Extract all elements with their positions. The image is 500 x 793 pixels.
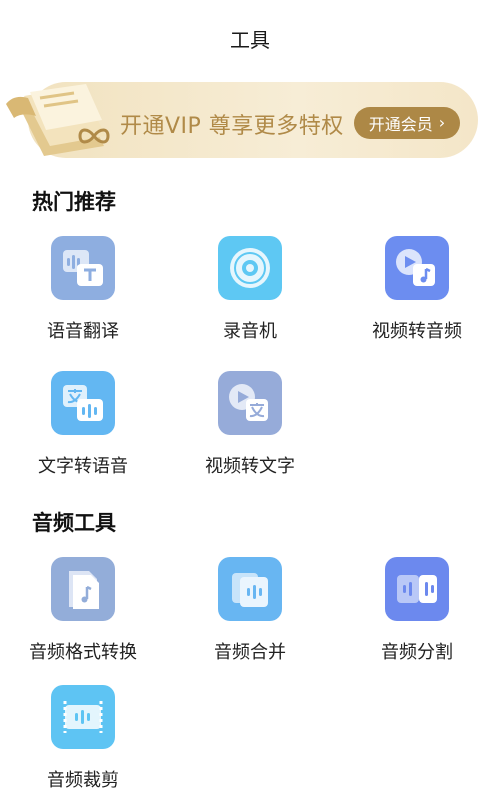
tool-label: 音频分割 [381,642,453,663]
tool-label: 视频转音频 [372,321,462,342]
tool-video-to-text[interactable]: 视频转文字 [185,371,315,478]
open-vip-button-label: 开通会员 [368,115,433,134]
section-title-hot: 热门推荐 [32,190,116,214]
audio-split-icon [385,557,449,621]
tool-label: 文字转语音 [38,456,128,477]
page-title: 工具 [230,28,270,52]
tool-label: 语音翻译 [47,321,119,342]
audio-trim-icon [51,685,115,749]
vip-promo-text: 开通VIP 尊享更多特权 [120,114,344,139]
text-to-speech-icon [51,371,115,435]
section-title-audio: 音频工具 [32,511,116,535]
tool-label: 录音机 [223,321,277,342]
tool-audio-split[interactable]: 音频分割 [352,557,482,664]
scroll-infinity-icon [6,84,110,156]
audio-format-convert-icon [51,557,115,621]
tool-label: 音频合并 [214,642,286,663]
tool-label: 音频裁剪 [47,770,119,791]
tool-voice-translate[interactable]: 语音翻译 [18,236,148,343]
tool-recorder[interactable]: 录音机 [185,236,315,343]
chevron-right-icon: › [438,113,446,132]
tool-audio-format-convert[interactable]: 音频格式转换 [18,557,148,664]
tool-label: 视频转文字 [205,456,295,477]
audio-merge-icon [218,557,282,621]
tool-audio-merge[interactable]: 音频合并 [185,557,315,664]
vip-banner[interactable]: 开通VIP 尊享更多特权 开通会员 › [6,76,478,160]
tool-video-to-audio[interactable]: 视频转音频 [352,236,482,343]
tool-label: 音频格式转换 [29,642,137,663]
video-to-audio-icon [385,236,449,300]
video-to-text-icon [218,371,282,435]
open-vip-button[interactable]: 开通会员 › [354,107,460,139]
recorder-icon [218,236,282,300]
voice-translate-icon [51,236,115,300]
tool-audio-trim[interactable]: 音频裁剪 [18,685,148,792]
tool-text-to-speech[interactable]: 文字转语音 [18,371,148,478]
